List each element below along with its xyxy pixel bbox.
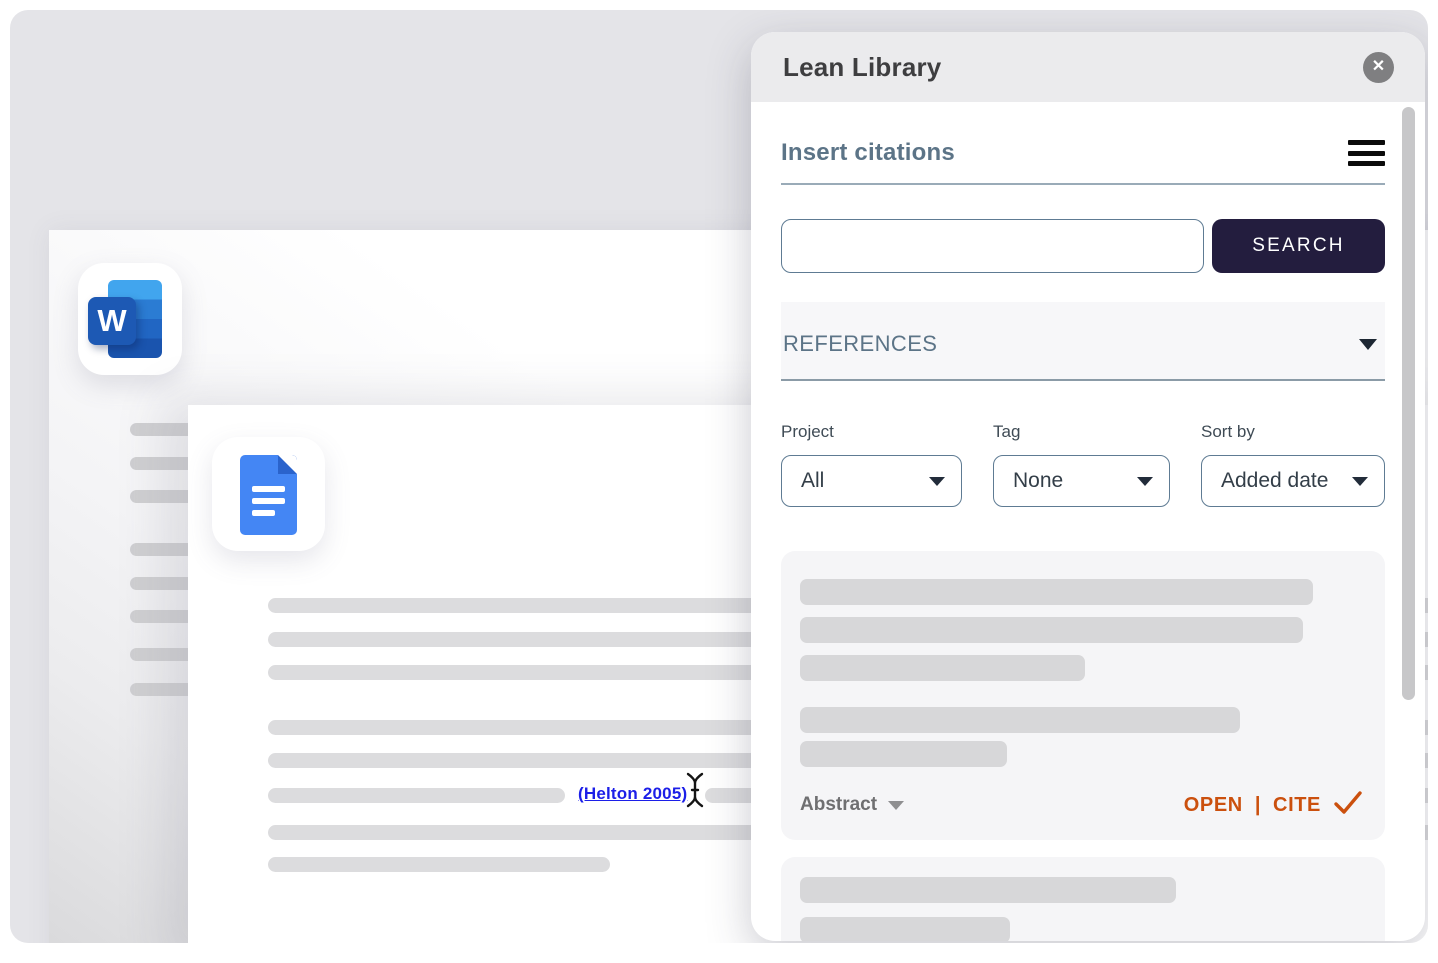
reference-card — [781, 857, 1385, 941]
reference-placeholder-bar — [800, 655, 1085, 681]
close-icon: ✕ — [1372, 59, 1385, 75]
action-separator: | — [1255, 794, 1261, 817]
filters-row: Project All Tag None Sort by — [781, 422, 1385, 507]
ms-word-icon: W — [78, 263, 182, 375]
abstract-toggle[interactable]: Abstract — [800, 794, 904, 816]
chevron-down-icon — [1352, 477, 1368, 486]
google-docs-logo-icon — [240, 455, 297, 535]
text-placeholder-line — [268, 788, 565, 803]
filter-tag: Tag None — [993, 422, 1170, 507]
reference-placeholder-bar — [800, 617, 1303, 643]
filter-sort: Sort by Added date — [1201, 422, 1385, 507]
filter-label: Tag — [993, 422, 1170, 442]
panel-body: Insert citations SEARCH REFERENCES Proje… — [751, 138, 1425, 941]
docs-logo-line — [252, 486, 285, 492]
menu-icon[interactable] — [1348, 140, 1385, 166]
filter-label: Sort by — [1201, 422, 1385, 442]
chevron-down-icon — [1359, 339, 1377, 350]
lean-library-panel: Lean Library ✕ Insert citations SEARCH R… — [751, 32, 1425, 941]
open-button[interactable]: OPEN — [1184, 794, 1243, 817]
folded-corner-shape — [278, 455, 297, 474]
reference-placeholder-bar — [800, 707, 1240, 733]
section-title: Insert citations — [781, 139, 955, 167]
reference-placeholder-bar — [800, 579, 1313, 605]
references-title: REFERENCES — [783, 331, 937, 357]
filter-label: Project — [781, 422, 962, 442]
divider — [781, 183, 1385, 185]
sort-select[interactable]: Added date — [1201, 455, 1385, 507]
word-logo-letter: W — [88, 297, 136, 345]
chevron-down-icon — [1137, 477, 1153, 486]
close-button[interactable]: ✕ — [1363, 52, 1394, 83]
reference-placeholder-bar — [800, 917, 1010, 941]
panel-title: Lean Library — [783, 52, 941, 83]
abstract-label: Abstract — [800, 794, 877, 816]
chevron-down-icon — [929, 477, 945, 486]
project-select[interactable]: All — [781, 455, 962, 507]
reference-card: Abstract OPEN | CITE — [781, 551, 1385, 840]
google-docs-icon — [212, 437, 325, 551]
text-placeholder-line — [268, 857, 610, 872]
cite-button[interactable]: CITE — [1273, 794, 1321, 817]
tag-select[interactable]: None — [993, 455, 1170, 507]
scrollbar-thumb[interactable] — [1402, 107, 1415, 700]
search-button[interactable]: SEARCH — [1212, 219, 1385, 273]
reference-placeholder-bar — [800, 877, 1176, 903]
docs-logo-line — [252, 510, 275, 516]
reference-placeholder-bar — [800, 741, 1007, 767]
references-section-header[interactable]: REFERENCES — [781, 302, 1385, 381]
ms-word-logo-icon: W — [78, 263, 182, 375]
panel-header: Lean Library ✕ — [751, 32, 1425, 102]
check-icon — [1333, 789, 1363, 821]
citation-link[interactable]: (Helton 2005) — [578, 784, 687, 804]
docs-logo-line — [252, 498, 285, 504]
search-input[interactable] — [781, 219, 1204, 273]
filter-project: Project All — [781, 422, 962, 507]
text-cursor-icon — [686, 771, 704, 814]
chevron-down-icon — [888, 801, 904, 810]
app-background: W (Helton 2005) — [10, 10, 1428, 943]
